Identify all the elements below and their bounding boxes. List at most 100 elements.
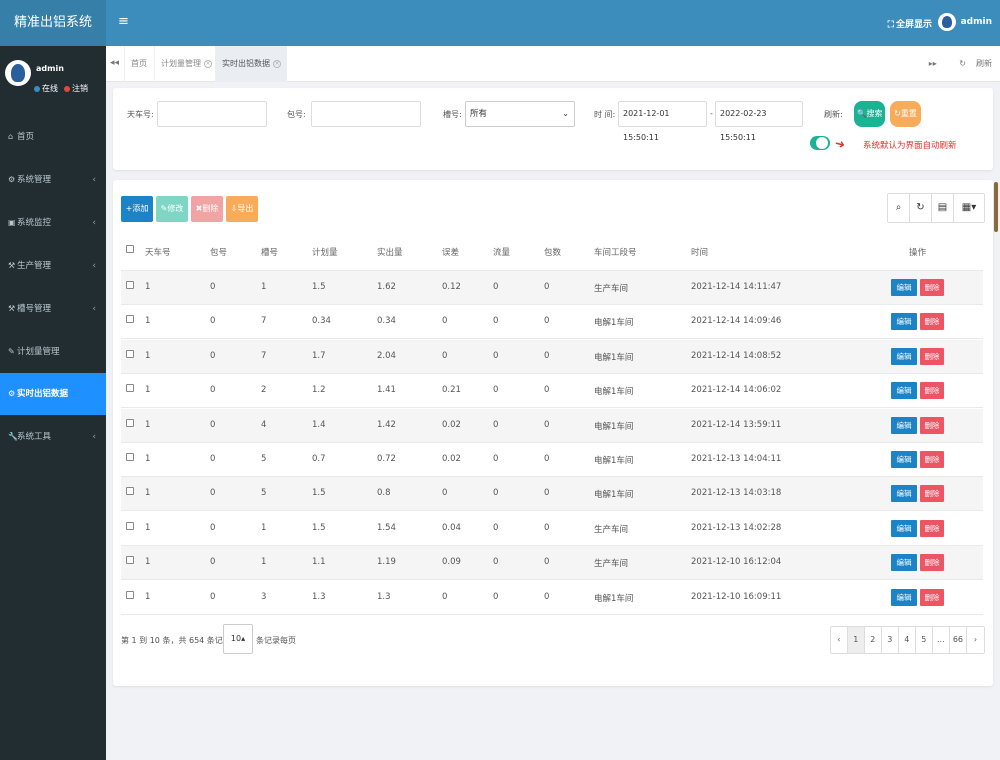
column-header[interactable]: 包数 — [544, 246, 561, 258]
export-button[interactable]: ⇩导出 — [226, 196, 258, 222]
page-button[interactable]: 1 — [847, 627, 865, 653]
tabs-right-icon[interactable]: ▸▸ — [929, 59, 937, 68]
row-checkbox[interactable] — [126, 349, 134, 358]
delete-button[interactable]: ✖删除 — [191, 196, 223, 222]
sidebar-item-production[interactable]: ⚒ 生产管理 ‹ — [0, 245, 106, 287]
column-header[interactable]: 误差 — [442, 246, 459, 258]
table-row[interactable]: 1 0 5 1.5 0.8 0 0 0 电解1车间 2021-12-13 14:03:18 编辑 删除 — [121, 477, 983, 512]
page-button[interactable]: 66 — [950, 627, 967, 653]
row-edit-button[interactable]: 编辑 — [891, 382, 917, 400]
refresh-tab-button[interactable]: ↻ 刷新 — [949, 59, 992, 68]
row-delete-button[interactable]: 删除 — [920, 451, 944, 468]
page-size-select[interactable]: 10▴ — [223, 624, 253, 654]
row-delete-button[interactable]: 删除 — [920, 313, 944, 331]
end-time-input[interactable]: 2022-02-23 15:50:11 — [715, 101, 803, 142]
row-delete-button[interactable]: 删除 — [920, 416, 944, 434]
car-number-input[interactable] — [157, 101, 267, 127]
column-header[interactable]: 时间 — [691, 246, 708, 258]
row-checkbox[interactable] — [126, 384, 134, 393]
table-row[interactable]: 1 0 5 0.7 0.72 0.02 0 0 电解1车间 2021-12-13 14:04:11… — [121, 443, 983, 477]
start-time-input[interactable]: 2021-12-01 15:50:11 — [618, 101, 707, 142]
tab-realtime[interactable]: 实时出铝数据 × — [215, 46, 287, 82]
table-row[interactable]: 1 0 7 1.7 2.04 0 0 0 电解1车间 2021-12-14 14:08:52 编辑删… — [121, 339, 983, 374]
table-row[interactable]: 1 0 1 1.5 1.54 0.04 0 0 生产车间 2021-12-13 14:02:28 编… — [121, 512, 983, 546]
tab-home[interactable]: 首页 — [124, 46, 153, 82]
row-edit-button[interactable]: 编辑 — [891, 588, 917, 606]
column-header[interactable]: 槽号 — [261, 246, 278, 258]
tab-plan[interactable]: 计划量管理 × — [154, 46, 218, 82]
table-row[interactable]: 1 0 2 1.2 1.41 0.21 0 0 电解1车间 2021-12-14 14:06:02… — [121, 374, 983, 409]
app-logo[interactable]: 精准出铝系统 — [0, 0, 106, 46]
row-edit-button[interactable]: 编辑 — [891, 554, 917, 572]
column-header[interactable]: 车间工段号 — [594, 246, 637, 258]
search-button[interactable]: 🔍搜索 — [854, 101, 885, 127]
refresh-button[interactable]: ↻ — [910, 194, 932, 222]
column-header[interactable]: 流量 — [493, 246, 510, 258]
column-header[interactable]: 天车号 — [145, 246, 171, 258]
row-delete-button[interactable]: 删除 — [920, 554, 944, 572]
sidebar-item-tools[interactable]: 🔧系统工具 ‹ — [0, 416, 106, 458]
page-button[interactable]: 3 — [882, 627, 899, 653]
row-edit-button[interactable]: 编辑 — [891, 347, 917, 365]
row-checkbox[interactable] — [126, 418, 134, 427]
page-button[interactable]: 5 — [916, 627, 933, 653]
sidebar-item-slot[interactable]: ⚒ 槽号管理 ‹ — [0, 288, 106, 330]
reset-button[interactable]: ↻重置 — [890, 101, 921, 127]
slot-select[interactable]: 所有 ⌄ — [465, 101, 575, 127]
next-page-button[interactable]: › — [967, 627, 984, 653]
sidebar-item-monitor[interactable]: ▣系统监控 ‹ — [0, 202, 106, 244]
row-delete-button[interactable]: 删除 — [920, 382, 944, 400]
scrollbar[interactable] — [994, 182, 998, 232]
edit-button[interactable]: ✎修改 — [156, 196, 188, 222]
row-edit-button[interactable]: 编辑 — [891, 485, 917, 503]
sidebar-item-system[interactable]: ⚙ 系统管理 ‹ — [0, 159, 106, 201]
row-checkbox[interactable] — [126, 556, 134, 565]
table-row[interactable]: 1 0 7 0.34 0.34 0 0 0 电解1车间 2021-12-14 14:09:46 编辑… — [121, 305, 983, 340]
search-toggle-button[interactable]: ⌕ — [888, 194, 910, 222]
menu-toggle-icon[interactable]: ≡ — [118, 14, 129, 29]
table-row[interactable]: 1 0 4 1.4 1.42 0.02 0 0 电解1车间 2021-12-14 13:59:11… — [121, 408, 983, 443]
row-edit-button[interactable]: 编辑 — [891, 451, 917, 468]
row-edit-button[interactable]: 编辑 — [891, 279, 917, 296]
row-checkbox[interactable] — [126, 315, 134, 324]
table-row[interactable]: 1 0 3 1.3 1.3 0 0 0 电解1车间 2021-12-10 16:09:11 编辑 删除 — [121, 581, 983, 615]
row-checkbox[interactable] — [126, 453, 134, 461]
prev-page-button[interactable]: ‹ — [831, 627, 848, 653]
column-header[interactable]: 计划量 — [312, 246, 338, 258]
user-menu[interactable]: admin — [937, 13, 992, 31]
table-cell: 2021-12-10 16:09:11 — [691, 591, 782, 602]
page-button[interactable]: 4 — [899, 627, 916, 653]
columns-button[interactable]: ▦▾ — [954, 194, 984, 222]
auto-refresh-toggle[interactable] — [810, 136, 830, 150]
row-edit-button[interactable]: 编辑 — [891, 519, 917, 537]
row-edit-button[interactable]: 编辑 — [891, 416, 917, 434]
row-checkbox[interactable] — [126, 487, 134, 496]
logout-link[interactable]: 注销 — [72, 83, 88, 94]
row-checkbox[interactable] — [126, 281, 134, 289]
select-all-checkbox[interactable] — [126, 245, 134, 253]
row-delete-button[interactable]: 删除 — [920, 588, 944, 606]
tabs-left-icon[interactable]: ◂◂ — [110, 58, 119, 68]
row-edit-button[interactable]: 编辑 — [891, 313, 917, 331]
row-delete-button[interactable]: 删除 — [920, 347, 944, 365]
print-button[interactable]: ▤ — [932, 194, 954, 222]
close-icon[interactable]: × — [273, 59, 281, 68]
sidebar-item-home[interactable]: ⌂ 首页 — [0, 116, 106, 158]
page-button[interactable]: ... — [933, 627, 950, 653]
page-button[interactable]: 2 — [865, 627, 882, 653]
column-header[interactable]: 包号 — [210, 246, 227, 258]
close-icon[interactable]: × — [204, 59, 212, 68]
add-button[interactable]: +添加 — [121, 196, 153, 222]
row-delete-button[interactable]: 删除 — [920, 519, 944, 537]
table-row[interactable]: 1 0 1 1.1 1.19 0.09 0 0 生产车间 2021-12-10 16:12:04 编… — [121, 546, 983, 581]
row-delete-button[interactable]: 删除 — [920, 279, 944, 296]
sidebar-item-plan[interactable]: ✎ 计划量管理 — [0, 331, 106, 373]
table-row[interactable]: 1 0 1 1.5 1.62 0.12 0 0 生产车间 2021-12-14 14:11:47 编… — [121, 271, 983, 305]
sidebar-item-realtime[interactable]: ⚙ 实时出铝数据 — [0, 373, 106, 415]
bag-number-input[interactable] — [311, 101, 421, 127]
row-checkbox[interactable] — [126, 521, 134, 530]
column-header[interactable]: 实出量 — [377, 246, 403, 258]
fullscreen-button[interactable]: ⛶ 全屏显示 — [888, 17, 932, 30]
row-checkbox[interactable] — [126, 590, 134, 599]
row-delete-button[interactable]: 删除 — [920, 485, 944, 503]
